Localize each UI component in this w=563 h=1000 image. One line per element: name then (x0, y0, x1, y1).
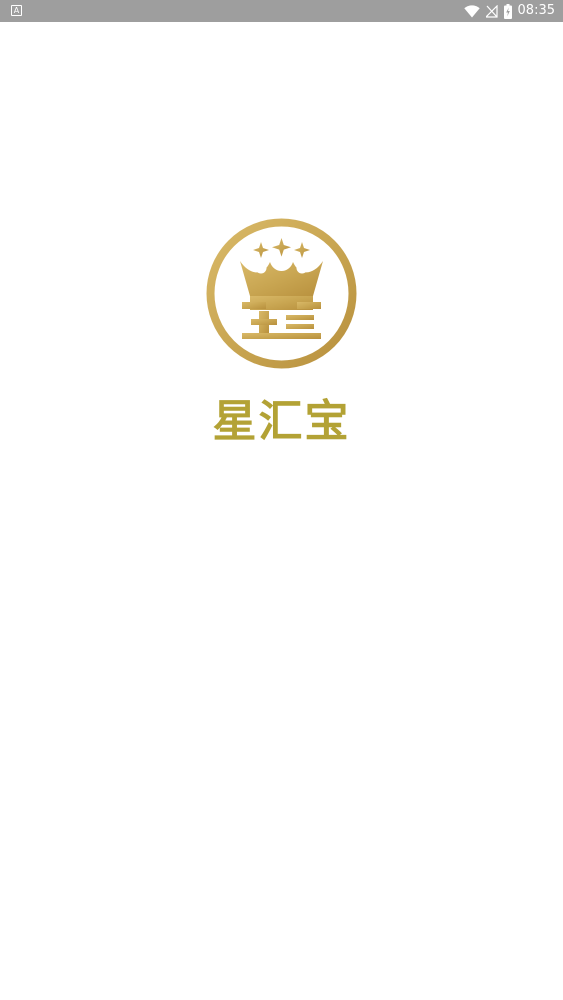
splash-screen: 星汇宝 (0, 0, 563, 1000)
crown-emblem-icon (206, 218, 357, 369)
app-name: 星汇宝 (212, 396, 351, 447)
